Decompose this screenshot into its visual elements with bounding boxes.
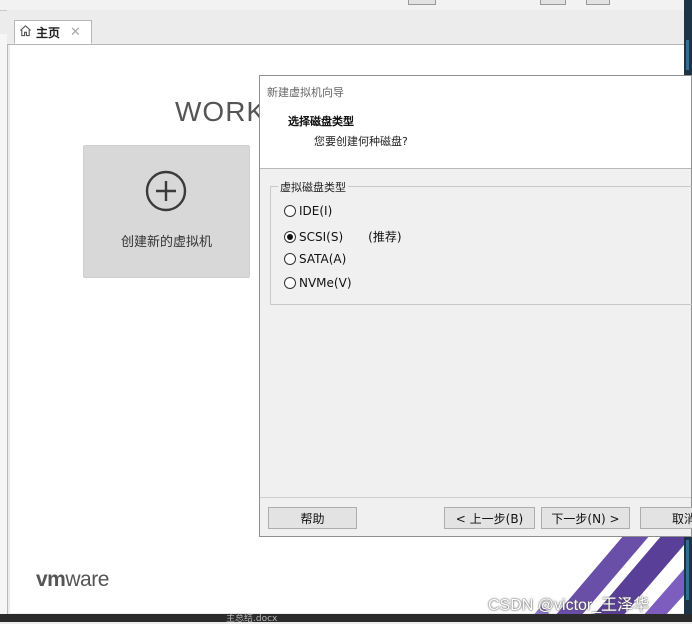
new-vm-wizard-dialog: 新建虚拟机向导 选择磁盘类型 您要创建何种磁盘? 虚拟磁盘类型 IDE(I) S… — [259, 75, 692, 537]
dialog-heading: 选择磁盘类型 — [288, 115, 354, 128]
radio-ide[interactable]: IDE(I) — [284, 204, 332, 218]
close-icon[interactable]: ✕ — [70, 25, 81, 40]
radio-scsi[interactable]: SCSI(S) (推荐) — [284, 228, 402, 245]
create-vm-button[interactable]: 创建新的虚拟机 — [83, 145, 250, 278]
footer-divider — [260, 497, 691, 498]
radio-sata[interactable]: SATA(A) — [284, 252, 346, 266]
add-circle-icon — [145, 170, 187, 212]
cancel-button[interactable]: 取消 — [640, 507, 692, 529]
radio-nvme-label: NVMe(V) — [299, 276, 352, 290]
recommended-note: (推荐) — [368, 230, 402, 244]
radio-scsi-label: SCSI(S) — [299, 229, 344, 244]
watermark: CSDN @victor_王泽华 — [488, 597, 650, 614]
home-icon — [19, 24, 32, 40]
tab-bar — [7, 10, 684, 45]
taskbar-item[interactable]: 主总结.docx — [226, 611, 277, 624]
radio-nvme-circle[interactable] — [284, 277, 296, 289]
radio-sata-circle[interactable] — [284, 253, 296, 265]
welcome-title: WORK — [175, 96, 267, 127]
radio-ide-circle[interactable] — [284, 205, 296, 217]
create-vm-label: 创建新的虚拟机 — [120, 235, 212, 250]
help-button[interactable]: 帮助 — [268, 507, 357, 529]
back-button[interactable]: < 上一步(B) — [444, 507, 535, 529]
tab-home[interactable]: 主页 ✕ — [14, 20, 92, 44]
radio-scsi-circle[interactable] — [284, 230, 296, 243]
taskbar: 主总结.docx — [0, 611, 692, 624]
radio-nvme[interactable]: NVMe(V) — [284, 276, 352, 290]
toolbar-button[interactable] — [408, 0, 436, 5]
dialog-header: 新建虚拟机向导 选择磁盘类型 您要创建何种磁盘? — [260, 76, 691, 169]
vmware-logo: vmware — [36, 568, 109, 591]
toolbar-button[interactable] — [586, 0, 610, 5]
next-button[interactable]: 下一步(N) > — [541, 507, 630, 529]
radio-ide-label: IDE(I) — [299, 204, 333, 218]
tab-home-label: 主页 — [36, 25, 61, 40]
dialog-subheading: 您要创建何种磁盘? — [314, 135, 408, 148]
toolbar-button[interactable] — [540, 0, 566, 5]
dialog-window-title: 新建虚拟机向导 — [267, 86, 344, 99]
radio-sata-label: SATA(A) — [299, 252, 347, 266]
disk-type-group-label: 虚拟磁盘类型 — [278, 179, 348, 195]
library-panel-edge — [0, 34, 8, 614]
